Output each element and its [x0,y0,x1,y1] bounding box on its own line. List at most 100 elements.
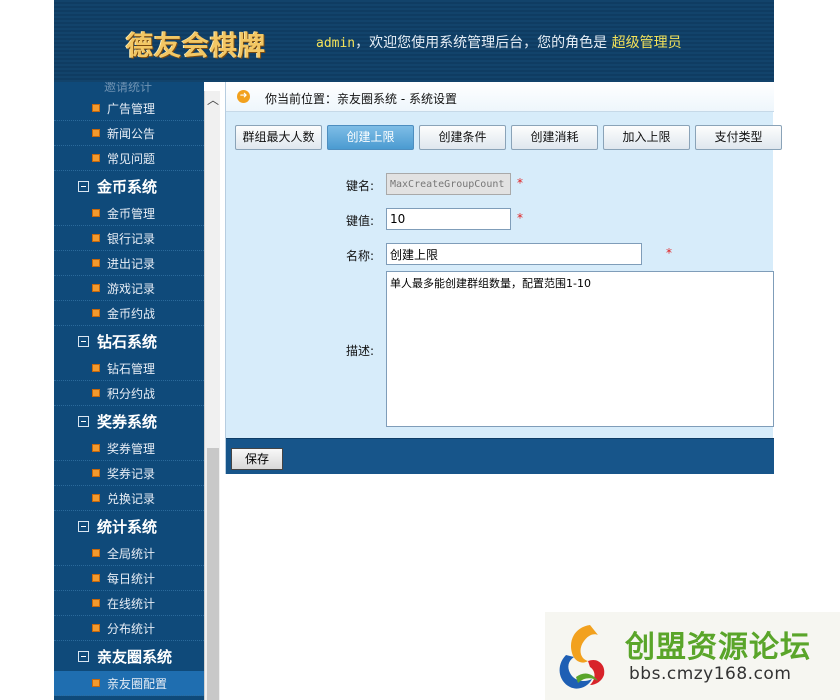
bullet-icon [92,444,100,452]
action-bar: 保存 [226,438,774,474]
sidebar-item[interactable]: 兑换记录 [54,486,204,511]
bullet-icon [92,679,100,687]
sidebar-item-cut[interactable]: 邀请统计 [54,82,204,96]
bullet-icon [92,364,100,372]
sidebar-item[interactable]: 钻石管理 [54,356,204,381]
bullet-icon [92,129,100,137]
sidebar-item[interactable]: 奖券管理 [54,436,204,461]
required-mark: * [517,176,523,190]
bullet-icon [92,309,100,317]
sidebar-item[interactable]: 全局统计 [54,541,204,566]
sidebar-item[interactable]: 金币约战 [54,301,204,326]
key-value-input[interactable] [386,208,511,230]
tab-1[interactable]: 创建上限 [327,125,414,150]
sidebar-item-label: 亲友圈系统 [97,647,173,666]
collapse-icon[interactable] [78,335,89,347]
sidebar-item[interactable]: 分布统计 [54,616,204,641]
watermark-title: 创盟资源论坛 [625,630,811,665]
sidebar-item-label: 积分约战 [107,386,156,401]
top-header: 德友会棋牌 admin，欢迎您使用系统管理后台，您的角色是 超级管理员 [54,0,774,82]
sidebar-item[interactable]: 新闻公告 [54,121,204,146]
welcome-message: admin，欢迎您使用系统管理后台，您的角色是 超级管理员 [316,32,682,52]
sidebar-item-label: 金币系统 [97,177,158,196]
description-textarea[interactable]: 单人最多能创建群组数量，配置范围1-10 [386,271,774,427]
sidebar-item-label: 钻石系统 [97,332,158,351]
sidebar-group[interactable]: 亲友圈系统 [54,641,204,671]
sidebar-item-label: 游戏记录 [107,281,156,296]
tab-3[interactable]: 创建消耗 [511,125,598,150]
bullet-icon [92,209,100,217]
collapse-icon[interactable] [78,520,89,532]
sidebar-menu: 广告管理新闻公告常见问题金币系统金币管理银行记录进出记录游戏记录金币约战钻石系统… [54,96,204,696]
sidebar-group[interactable]: 金币系统 [54,171,204,201]
sidebar-item-label: 新闻公告 [107,126,156,141]
sidebar-item[interactable]: 游戏记录 [54,276,204,301]
scroll-up-icon[interactable]: ︿ [205,91,221,109]
sidebar-item[interactable]: 在线统计 [54,591,204,616]
sidebar-item-label: 钻石管理 [107,361,156,376]
sidebar-scrollbar[interactable]: ︿ [204,91,220,700]
collapse-icon[interactable] [78,650,89,662]
sidebar-item-label: 银行记录 [107,231,156,246]
sidebar-group[interactable]: 钻石系统 [54,326,204,356]
sidebar-item-label: 每日统计 [107,571,156,586]
sidebar-group[interactable]: 统计系统 [54,511,204,541]
arrow-right-icon: ➜ [237,90,250,103]
bullet-icon [92,154,100,162]
bullet-icon [92,104,100,112]
site-logo: 德友会棋牌 [126,31,266,62]
key-value-label: 键值: [345,214,374,228]
sidebar-item-label: 统计系统 [97,517,158,536]
sidebar-item[interactable]: 亲友圈配置 [54,671,204,696]
sidebar-item[interactable]: 广告管理 [54,96,204,121]
collapse-icon[interactable] [78,415,89,427]
tab-5[interactable]: 支付类型 [695,125,782,150]
sidebar-item-label: 奖券系统 [97,412,158,431]
sidebar-item[interactable]: 每日统计 [54,566,204,591]
main-content: ➜ 你当前位置：亲友圈系统 - 系统设置 群组最大人数 创建上限 创建条件 创建消耗加… [225,82,782,474]
bullet-icon [92,234,100,242]
bullet-icon [92,284,100,292]
sidebar-item[interactable]: 常见问题 [54,146,204,171]
bullet-icon [92,599,100,607]
tab-4[interactable]: 加入上限 [603,125,690,150]
sidebar-item-label: 进出记录 [107,256,156,271]
bullet-icon [92,389,100,397]
tab-0[interactable]: 群组最大人数 [235,125,322,150]
sidebar-item[interactable]: 金币管理 [54,201,204,226]
tab-2[interactable]: 创建条件 [419,125,506,150]
sidebar-item-label: 兑换记录 [107,491,156,506]
sidebar-item[interactable]: 积分约战 [54,381,204,406]
save-button[interactable]: 保存 [231,448,283,470]
settings-tabs: 群组最大人数 创建上限 创建条件 创建消耗 加入上限 支付类型 [235,125,782,151]
bullet-icon [92,549,100,557]
breadcrumb-text: 你当前位置：亲友圈系统 - 系统设置 [265,92,457,106]
sidebar-item-label: 金币管理 [107,206,156,221]
watermark-logo-icon [559,625,605,689]
bullet-icon [92,624,100,632]
welcome-text: ，欢迎您使用系统管理后台，您的角色是 [355,35,612,51]
key-name-label: 键名: [345,179,374,193]
sidebar-group[interactable]: 奖券系统 [54,406,204,436]
sidebar-item[interactable]: 奖券记录 [54,461,204,486]
key-name-input[interactable] [386,173,511,195]
sidebar: 邀请统计 广告管理新闻公告常见问题金币系统金币管理银行记录进出记录游戏记录金币约… [54,82,204,700]
bullet-icon [92,259,100,267]
sidebar-item-label: 亲友圈配置 [107,676,168,691]
name-input[interactable] [386,243,642,265]
collapse-icon[interactable] [78,180,89,192]
required-mark: * [666,246,672,260]
sidebar-item-label: 金币约战 [107,306,156,321]
sidebar-item-label: 在线统计 [107,596,156,611]
breadcrumb: ➜ 你当前位置：亲友圈系统 - 系统设置 [226,82,774,112]
watermark: 创盟资源论坛 bbs.cmzy168.com [545,612,840,700]
bullet-icon [92,469,100,477]
user-role: 超级管理员 [611,35,682,51]
sidebar-item[interactable]: 进出记录 [54,251,204,276]
sidebar-item-label: 常见问题 [107,151,156,166]
name-label: 名称: [345,249,374,263]
watermark-url: bbs.cmzy168.com [629,664,792,684]
sidebar-item[interactable]: 银行记录 [54,226,204,251]
required-mark: * [517,211,523,225]
scroll-thumb[interactable] [207,448,219,700]
